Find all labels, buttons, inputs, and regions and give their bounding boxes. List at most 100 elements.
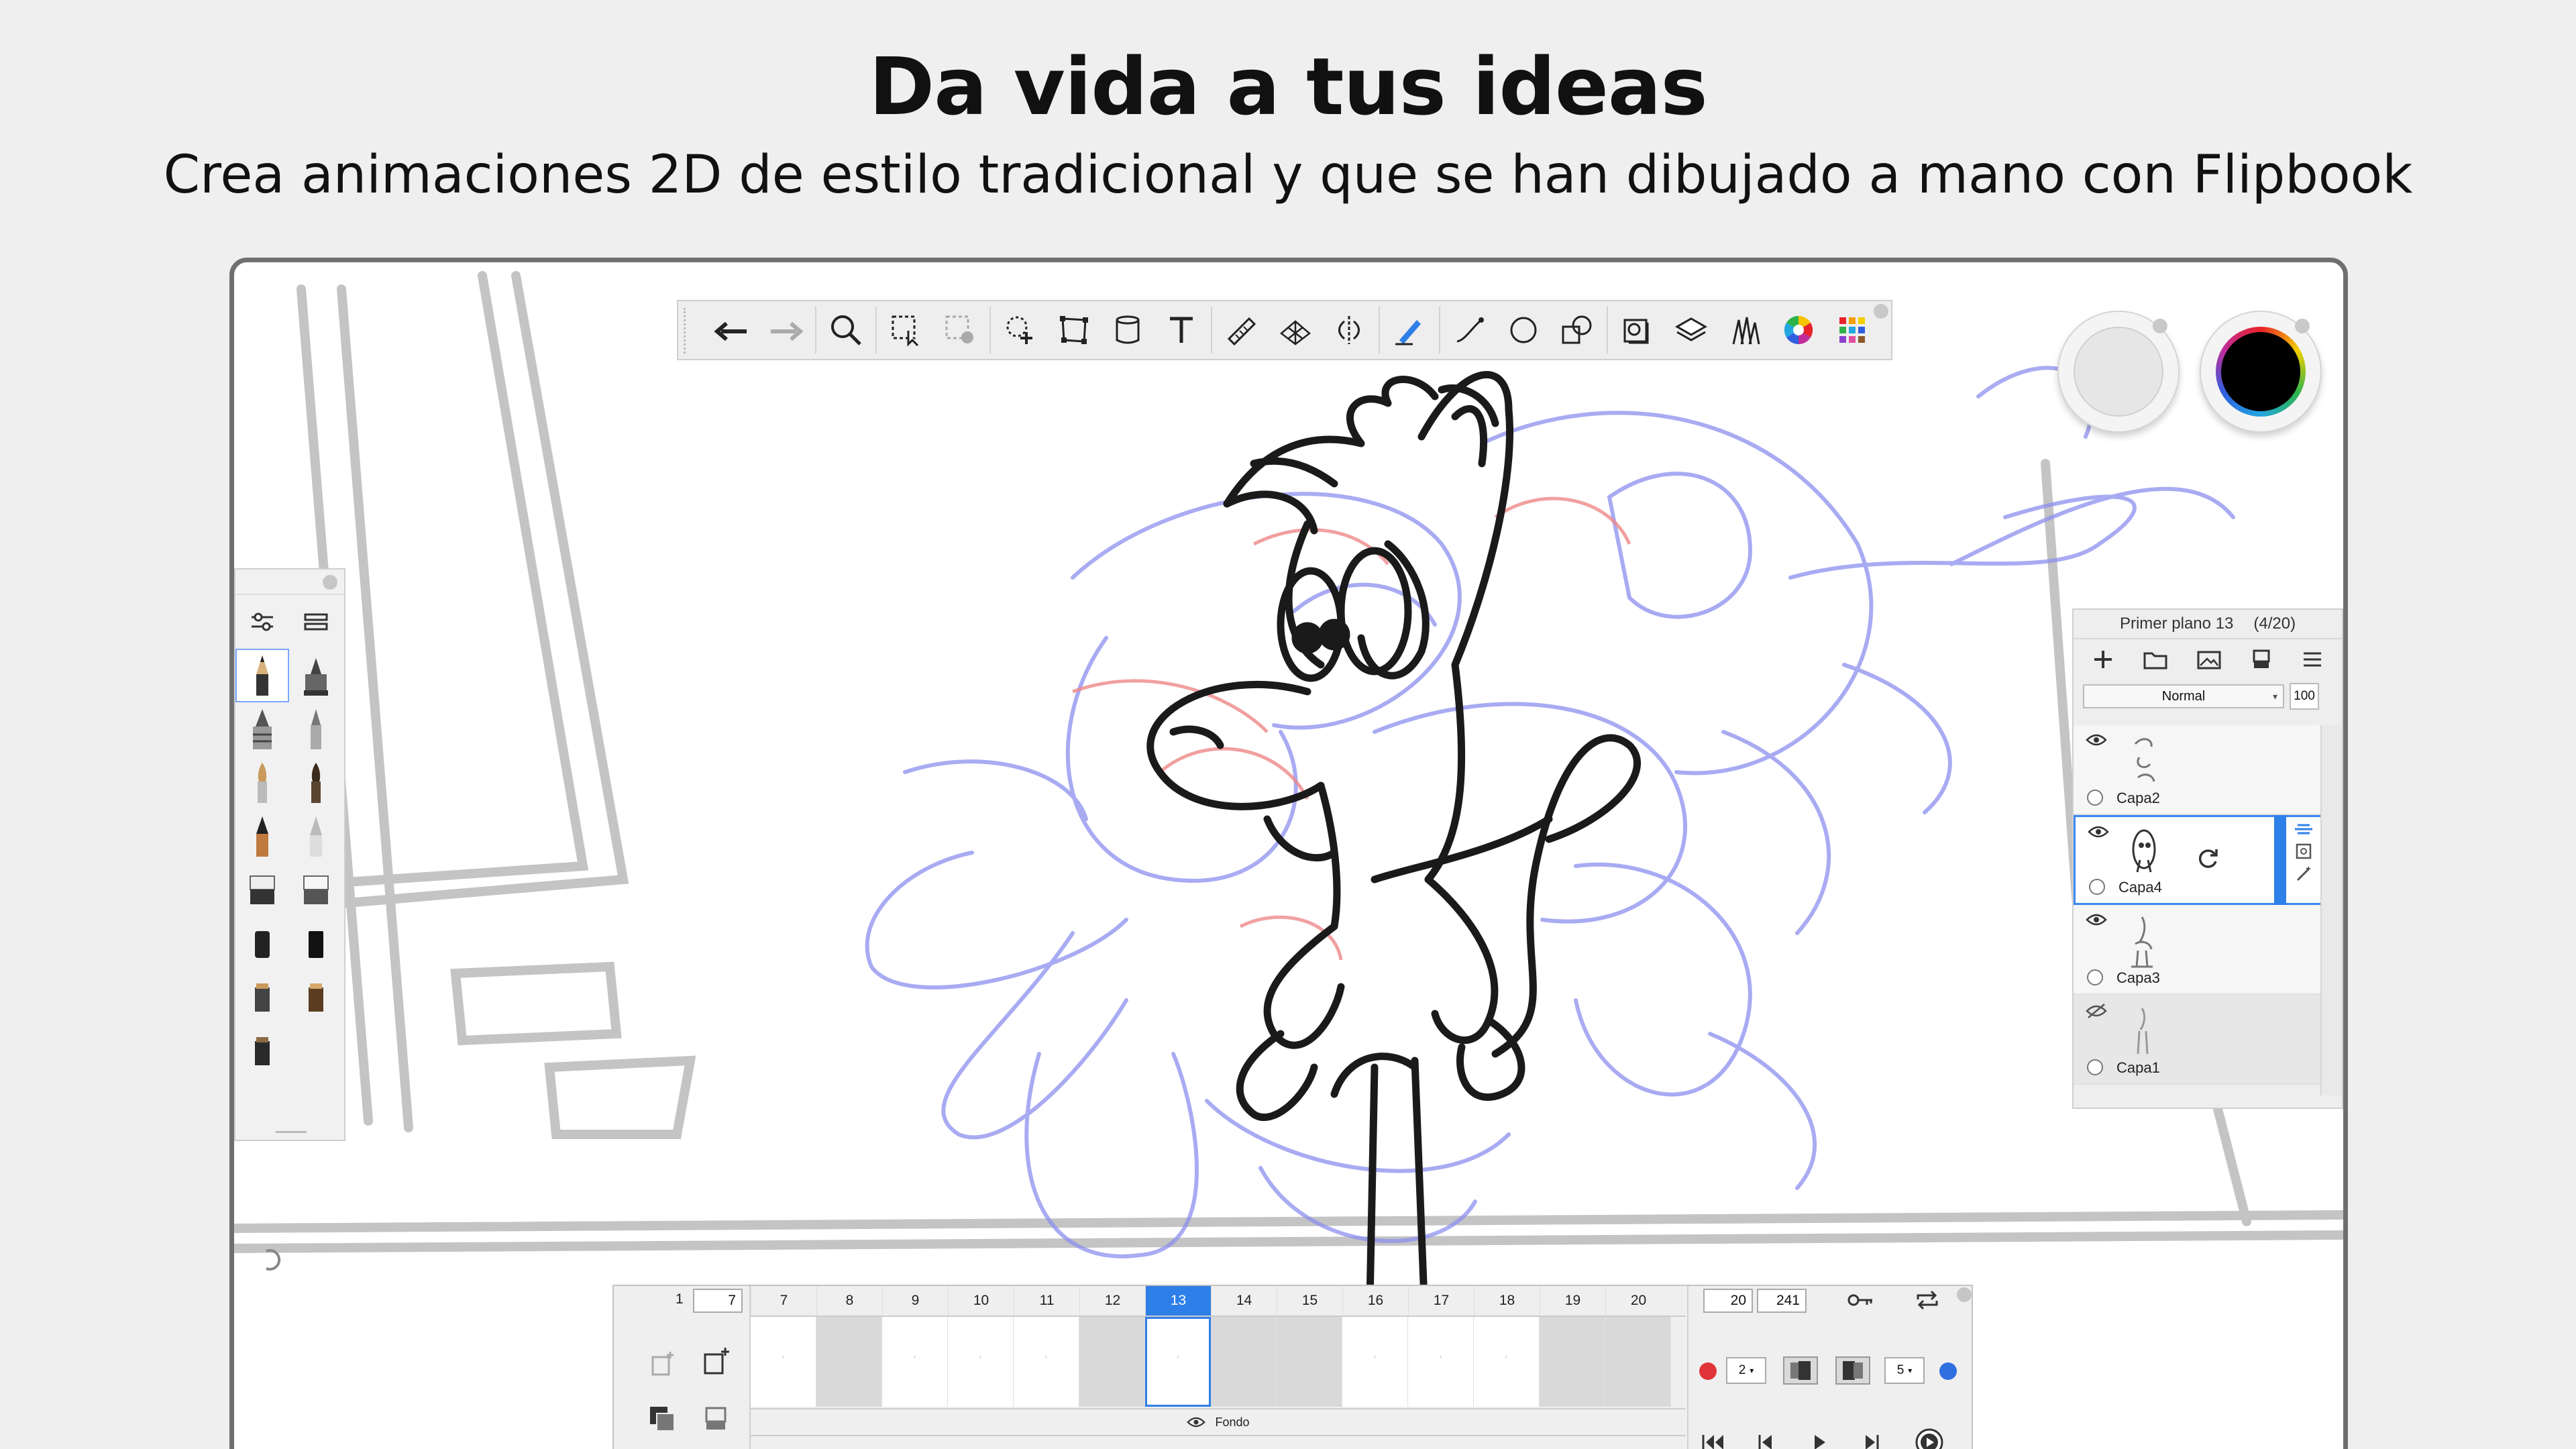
text-icon[interactable] (1155, 303, 1208, 357)
play-icon[interactable] (1809, 1432, 1829, 1449)
frame-number-10[interactable]: 10 (948, 1286, 1014, 1316)
eye-icon[interactable] (1187, 1416, 1206, 1428)
frame-number-16[interactable]: 16 (1342, 1286, 1408, 1316)
frame-number-14[interactable]: 14 (1211, 1286, 1277, 1316)
frame-cell[interactable]: ʿ (948, 1317, 1014, 1407)
frame-cell[interactable]: ʿ (1145, 1317, 1211, 1407)
add-image-icon[interactable] (2196, 648, 2222, 671)
layer-menu-icon[interactable] (2301, 648, 2324, 671)
onion-after-color[interactable] (1939, 1362, 1957, 1380)
clear-layer-icon[interactable] (2250, 648, 2273, 671)
eye-icon[interactable] (2086, 913, 2107, 926)
loop-icon[interactable] (1914, 1290, 1941, 1310)
undo-icon[interactable] (705, 303, 759, 357)
next-frame-icon[interactable] (1862, 1432, 1882, 1449)
onion-before-color[interactable] (1699, 1362, 1717, 1380)
eye-icon[interactable] (2086, 733, 2107, 747)
brush-properties-icon[interactable] (235, 595, 289, 649)
key-icon[interactable] (1847, 1293, 1874, 1307)
layer-select-radio[interactable] (2087, 790, 2103, 806)
timeline-close-dot[interactable] (1957, 1287, 1972, 1302)
layer-row[interactable]: Capa3 (2074, 905, 2323, 995)
frame-number-12[interactable]: 12 (1079, 1286, 1145, 1316)
layer-move-icon[interactable] (2294, 821, 2314, 837)
puck-pin[interactable] (2153, 319, 2167, 333)
onion-skin-after-icon[interactable] (1835, 1356, 1871, 1385)
start-frame-field[interactable]: 7 (693, 1289, 743, 1313)
frame-number-8[interactable]: 8 (816, 1286, 882, 1316)
layer-select-radio[interactable] (2089, 879, 2105, 895)
frame-number-9[interactable]: 9 (882, 1286, 948, 1316)
frame-number-11[interactable]: 11 (1014, 1286, 1079, 1316)
frame-cell[interactable]: ʿ (1014, 1317, 1079, 1407)
background-track[interactable]: Fondo (751, 1408, 1686, 1436)
frame-cell[interactable]: ʿ (1474, 1317, 1540, 1407)
frame-number-15[interactable]: 15 (1277, 1286, 1342, 1316)
layers-icon[interactable] (1664, 303, 1718, 357)
eye-hidden-icon[interactable] (2086, 1003, 2107, 1019)
drawing-canvas[interactable] (234, 262, 2343, 1449)
zoom-icon[interactable] (819, 303, 873, 357)
add-frame-icon[interactable] (702, 1346, 732, 1376)
blend-mode-dropdown[interactable]: Normal ▾ (2083, 684, 2284, 708)
frame-number-13[interactable]: 13 (1145, 1286, 1211, 1316)
brush-library-icon[interactable] (289, 595, 343, 649)
ellipse-icon[interactable] (1497, 303, 1550, 357)
brush-ballpoint[interactable] (289, 702, 343, 756)
brush-felt-tip[interactable] (289, 971, 343, 1024)
perspective-icon[interactable] (1269, 303, 1322, 357)
puck-pin[interactable] (2295, 319, 2310, 333)
brush-hard-eraser[interactable] (289, 863, 343, 917)
frame-cell-empty[interactable] (1605, 1317, 1671, 1407)
brush-pencil[interactable] (235, 649, 289, 702)
duplicate-frame-icon[interactable] (649, 1350, 676, 1377)
frame-cell-empty[interactable] (1211, 1317, 1277, 1407)
copy-frame-icon[interactable] (647, 1404, 677, 1434)
selection-icon[interactable] (879, 303, 933, 357)
frame-cell-empty[interactable] (1540, 1317, 1605, 1407)
brush-smudge[interactable] (289, 810, 343, 863)
frame-cell[interactable]: ʿ (1408, 1317, 1474, 1407)
ruler-icon[interactable] (1215, 303, 1269, 357)
brush-paint[interactable] (235, 756, 289, 810)
layer-row-active[interactable]: Capa4 (2074, 815, 2323, 905)
playback-options-icon[interactable] (1914, 1427, 1945, 1449)
color-wheel-icon[interactable] (1772, 303, 1825, 357)
frame-cell-empty[interactable] (816, 1317, 882, 1407)
layer-transform-icon[interactable] (2295, 843, 2312, 860)
secondary-color-puck[interactable] (2057, 311, 2180, 433)
frame-number-18[interactable]: 18 (1474, 1286, 1540, 1316)
toolbar-close-dot[interactable] (1874, 304, 1888, 319)
total-frames-field[interactable]: 241 (1757, 1289, 1807, 1313)
frame-cell-empty[interactable] (1079, 1317, 1145, 1407)
frame-cell[interactable]: ʿ (1342, 1317, 1408, 1407)
brushes-icon[interactable] (1718, 303, 1772, 357)
opacity-field[interactable]: 100 (2290, 683, 2319, 710)
end-frame-field[interactable]: 20 (1703, 1289, 1753, 1313)
brush-blender[interactable] (235, 971, 289, 1024)
previous-frame-icon[interactable] (1756, 1432, 1776, 1449)
layer-select-radio[interactable] (2087, 1059, 2103, 1075)
frame-cell[interactable]: ʿ (882, 1317, 948, 1407)
stroke-icon[interactable] (1383, 303, 1436, 357)
first-frame-icon[interactable] (1701, 1432, 1727, 1449)
lasso-transform-icon[interactable] (994, 303, 1047, 357)
sync-icon[interactable] (2196, 847, 2219, 869)
redo-icon[interactable] (759, 303, 812, 357)
brush-eraser[interactable] (235, 863, 289, 917)
flipbook-icon[interactable] (1611, 303, 1664, 357)
layer-list-scrollbar[interactable] (2320, 725, 2342, 1095)
clear-selection-icon[interactable] (933, 303, 987, 357)
shape-icon[interactable] (1550, 303, 1604, 357)
layer-select-radio[interactable] (2087, 969, 2103, 985)
frame-cell[interactable]: ʿ (751, 1317, 816, 1407)
brush-palette-resize[interactable] (276, 1131, 307, 1133)
frame-number-20[interactable]: 20 (1605, 1286, 1671, 1316)
layer-row-hidden[interactable]: Capa1 (2074, 995, 2323, 1085)
delete-frame-icon[interactable] (702, 1405, 729, 1432)
primary-color-puck[interactable] (2200, 311, 2322, 433)
distort-transform-icon[interactable] (1047, 303, 1101, 357)
toolbar-grip[interactable] (684, 308, 693, 354)
frame-number-19[interactable]: 19 (1540, 1286, 1605, 1316)
brush-technical-pen[interactable] (235, 702, 289, 756)
